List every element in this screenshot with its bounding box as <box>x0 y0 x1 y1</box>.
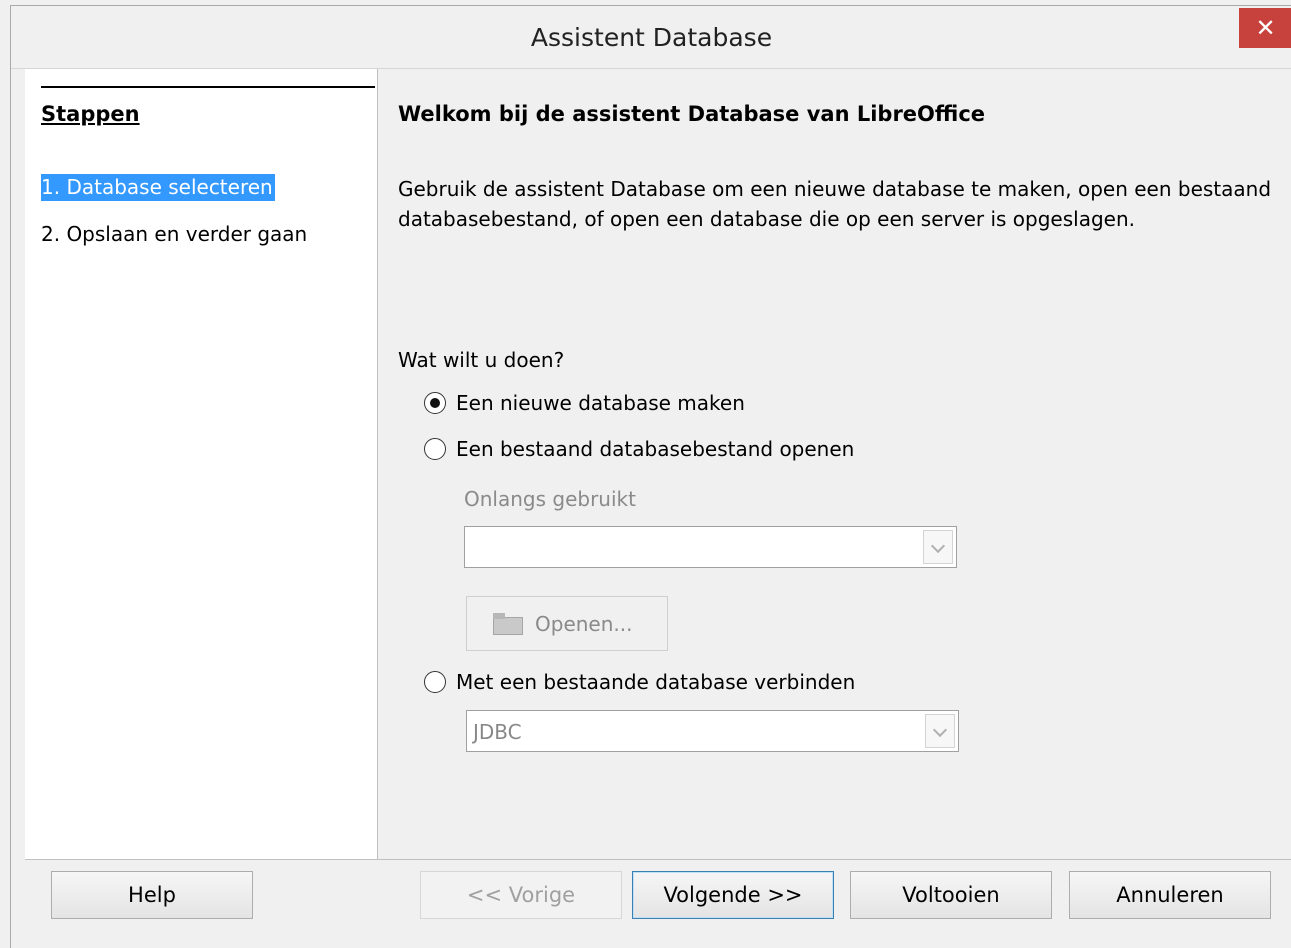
chevron-down-icon[interactable] <box>925 714 955 748</box>
recent-label: Onlangs gebruikt <box>464 487 636 511</box>
cancel-button[interactable]: Annuleren <box>1069 871 1271 919</box>
close-icon: ✕ <box>1255 14 1276 42</box>
step-database-select[interactable]: 1. Database selecteren <box>41 174 275 201</box>
recent-files-dropdown[interactable] <box>464 526 957 568</box>
description-text: Gebruik de assistent Database om een nie… <box>398 177 1272 231</box>
option-open-existing-label: Een bestaand databasebestand openen <box>456 437 855 461</box>
steps-sidebar: Stappen 1. Database selecteren 2. Opslaa… <box>25 69 378 859</box>
option-open-existing[interactable]: Een bestaand databasebestand openen <box>424 437 854 461</box>
next-button[interactable]: Volgende >> <box>632 871 834 919</box>
chevron-down-icon[interactable] <box>923 530 953 564</box>
connection-type-dropdown[interactable]: JDBC <box>466 710 959 752</box>
option-new-database-label: Een nieuwe database maken <box>456 391 745 415</box>
open-file-button-label: Openen... <box>535 611 633 636</box>
question-label: Wat wilt u doen? <box>398 348 565 372</box>
step-save-continue[interactable]: 2. Opslaan en verder gaan <box>41 222 307 246</box>
title-bar[interactable]: Assistent Database ✕ <box>11 6 1291 69</box>
sidebar-divider <box>41 86 375 88</box>
previous-button[interactable]: << Vorige <box>420 871 622 919</box>
radio-connect-existing[interactable] <box>424 671 446 693</box>
main-panel: Welkom bij de assistent Database van Lib… <box>378 69 1291 859</box>
page-heading: Welkom bij de assistent Database van Lib… <box>398 102 986 126</box>
open-file-button[interactable]: Openen... <box>466 596 668 651</box>
connection-type-value: JDBC <box>473 720 522 744</box>
steps-heading: Stappen <box>41 102 140 126</box>
option-new-database[interactable]: Een nieuwe database maken <box>424 391 745 415</box>
folder-icon <box>493 612 523 635</box>
radio-open-existing[interactable] <box>424 438 446 460</box>
help-button[interactable]: Help <box>51 871 253 919</box>
option-connect-existing[interactable]: Met een bestaande database verbinden <box>424 670 855 694</box>
footer-divider <box>25 859 1291 860</box>
close-button[interactable]: ✕ <box>1239 8 1291 48</box>
option-connect-existing-label: Met een bestaande database verbinden <box>456 670 856 694</box>
radio-new-database[interactable] <box>424 392 446 414</box>
window-title: Assistent Database <box>530 23 773 52</box>
finish-button[interactable]: Voltooien <box>850 871 1052 919</box>
dialog-window: Assistent Database ✕ Stappen 1. Database… <box>10 5 1291 948</box>
